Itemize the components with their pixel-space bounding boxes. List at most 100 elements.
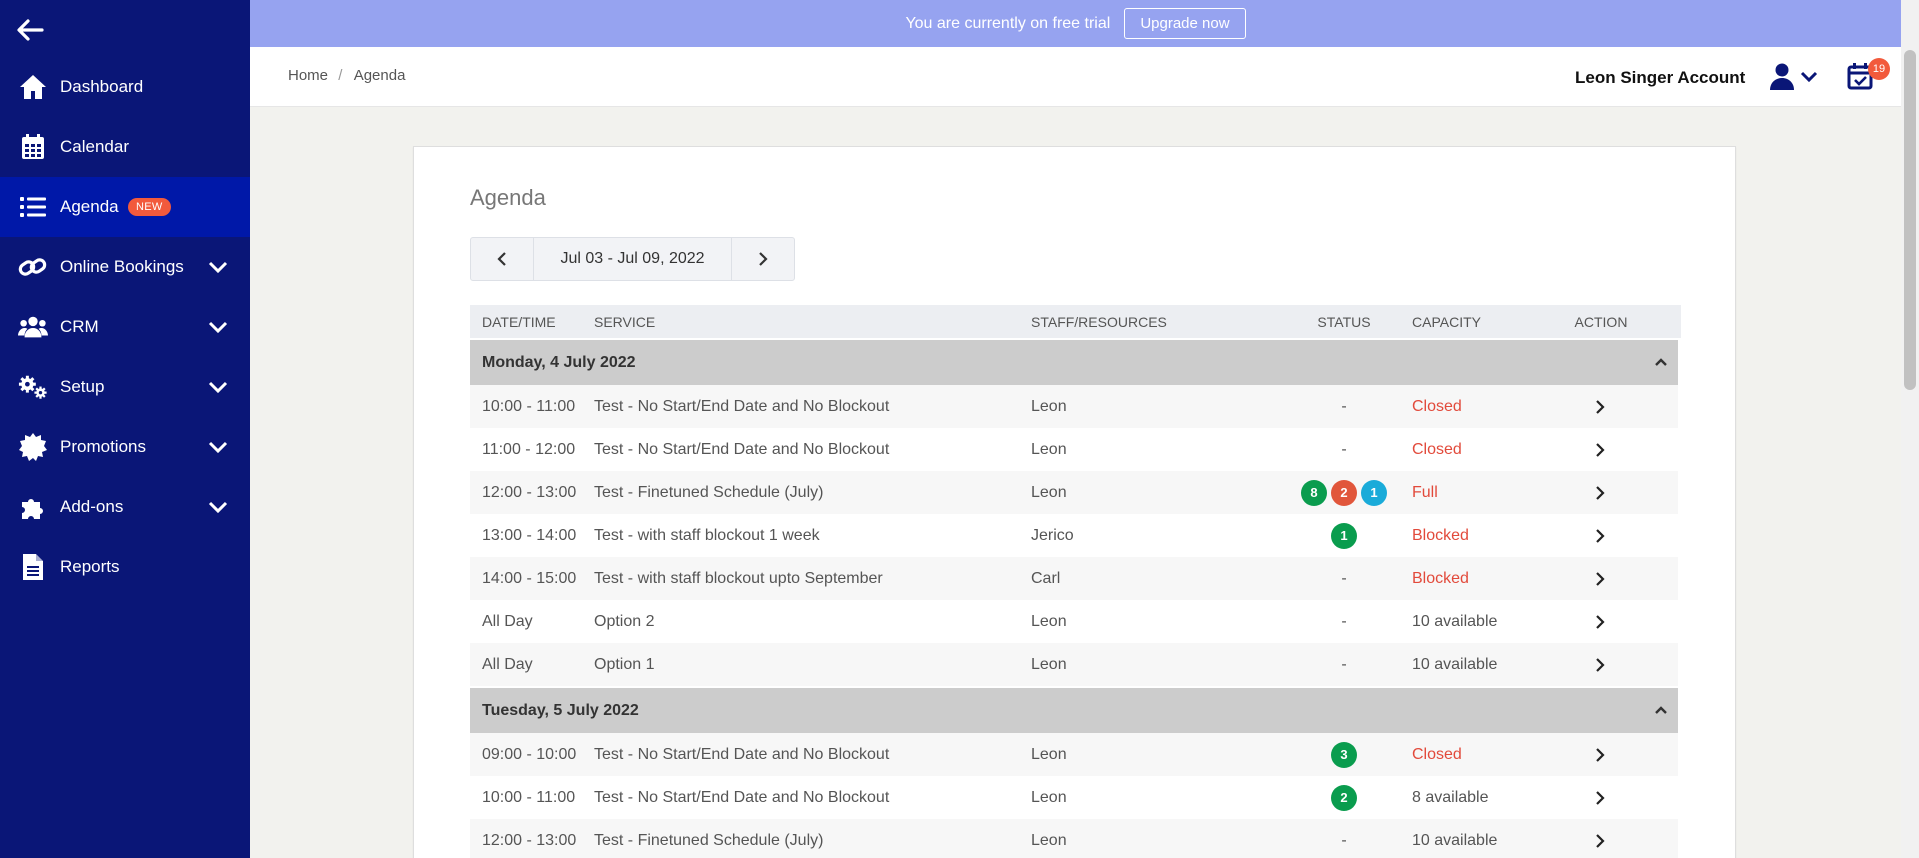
- previous-week-button[interactable]: [471, 238, 533, 280]
- row-staff: Jerico: [1031, 526, 1074, 544]
- table-row[interactable]: 12:00 - 13:00 Test - Finetuned Schedule (…: [470, 471, 1678, 514]
- breadcrumb-home-link[interactable]: Home: [288, 67, 328, 84]
- row-capacity: 10 available: [1412, 831, 1498, 849]
- row-capacity: Blocked: [1412, 569, 1469, 587]
- sidebar-item-label: Reports: [60, 557, 120, 576]
- sidebar-item-label: Setup: [60, 377, 105, 396]
- row-action-chevron-right-icon[interactable]: [1521, 790, 1678, 806]
- status-count-badge: 8: [1301, 479, 1327, 506]
- sidebar-item-calendar[interactable]: Calendar: [0, 117, 250, 177]
- top-header: Home / Agenda Leon Singer Account 19: [250, 47, 1901, 107]
- row-action-chevron-right-icon[interactable]: [1521, 528, 1678, 544]
- table-row[interactable]: 09:00 - 10:00 Test - No Start/End Date an…: [470, 733, 1678, 776]
- row-service: Test - No Start/End Date and No Blockout: [594, 440, 890, 458]
- row-date-time: 14:00 - 15:00: [482, 569, 577, 587]
- row-staff: Leon: [1031, 440, 1067, 458]
- column-header-status: STATUS: [1317, 313, 1371, 330]
- day-group-title: Tuesday, 5 July 2022: [482, 701, 639, 719]
- calendar-grid-icon: [18, 132, 48, 162]
- chevron-up-icon[interactable]: [1654, 702, 1668, 720]
- document-icon: [18, 552, 48, 582]
- row-status: -: [1294, 832, 1394, 850]
- chevron-down-icon[interactable]: [206, 257, 230, 277]
- row-staff: Leon: [1031, 612, 1067, 630]
- notification-count-badge: 19: [1868, 58, 1890, 80]
- status-count-badge: 2: [1331, 784, 1357, 811]
- row-capacity: Closed: [1412, 397, 1462, 415]
- row-action-chevron-right-icon[interactable]: [1521, 485, 1678, 501]
- table-row[interactable]: 12:00 - 13:00 Test - Finetuned Schedule (…: [470, 819, 1678, 858]
- row-date-time: 12:00 - 13:00: [482, 483, 577, 501]
- sidebar-item-agenda[interactable]: Agenda NEW: [0, 177, 250, 237]
- row-capacity: 10 available: [1412, 612, 1498, 630]
- sidebar-item-label: Calendar: [60, 137, 129, 156]
- sidebar-item-crm[interactable]: CRM: [0, 297, 250, 357]
- sidebar-item-online-bookings[interactable]: Online Bookings: [0, 237, 250, 297]
- breadcrumb-separator: /: [338, 67, 343, 84]
- table-row[interactable]: 10:00 - 11:00 Test - No Start/End Date an…: [470, 385, 1678, 428]
- row-action-chevron-right-icon[interactable]: [1521, 442, 1678, 458]
- week-navigator: Jul 03 - Jul 09, 2022: [470, 237, 795, 281]
- table-row[interactable]: 14:00 - 15:00 Test - with staff blockout …: [470, 557, 1678, 600]
- sidebar-item-dashboard[interactable]: Dashboard: [0, 57, 250, 117]
- day-group-title: Monday, 4 July 2022: [482, 353, 636, 371]
- status-text: -: [1341, 440, 1347, 458]
- row-status: -: [1294, 613, 1394, 631]
- sidebar-item-add-ons[interactable]: Add-ons: [0, 477, 250, 537]
- row-action-chevron-right-icon[interactable]: [1521, 571, 1678, 587]
- row-capacity: Closed: [1412, 440, 1462, 458]
- row-action-chevron-right-icon[interactable]: [1521, 399, 1678, 415]
- row-action-chevron-right-icon[interactable]: [1521, 833, 1678, 849]
- sidebar-item-promotions[interactable]: Promotions: [0, 417, 250, 477]
- next-week-button[interactable]: [732, 238, 794, 280]
- row-service: Test - Finetuned Schedule (July): [594, 831, 824, 849]
- row-service: Test - No Start/End Date and No Blockout: [594, 788, 890, 806]
- sidebar-item-label: Online Bookings: [60, 257, 184, 276]
- table-row[interactable]: All Day Option 1 Leon - 10 available: [470, 643, 1678, 686]
- sidebar-item-setup[interactable]: Setup: [0, 357, 250, 417]
- day-group-header[interactable]: Monday, 4 July 2022: [470, 340, 1678, 385]
- row-service: Test - Finetuned Schedule (July): [594, 483, 824, 501]
- page-scrollbar-thumb[interactable]: [1904, 50, 1916, 390]
- sidebar-item-label: Agenda: [60, 197, 119, 216]
- upgrade-now-button[interactable]: Upgrade now: [1124, 8, 1246, 39]
- row-status: 3: [1294, 741, 1394, 768]
- column-header-service: SERVICE: [594, 313, 656, 330]
- badge-icon: [18, 432, 48, 462]
- users-icon: [18, 312, 48, 342]
- row-service: Option 2: [594, 612, 655, 630]
- day-group-header[interactable]: Tuesday, 5 July 2022: [470, 688, 1678, 733]
- row-status: 821: [1294, 479, 1394, 506]
- row-date-time: 12:00 - 13:00: [482, 831, 577, 849]
- chevron-down-icon[interactable]: [206, 317, 230, 337]
- status-text: -: [1341, 397, 1347, 415]
- status-text: -: [1341, 655, 1347, 673]
- row-action-chevron-right-icon[interactable]: [1521, 614, 1678, 630]
- row-staff: Leon: [1031, 483, 1067, 501]
- sidebar-item-reports[interactable]: Reports: [0, 537, 250, 597]
- chevron-down-icon[interactable]: [206, 497, 230, 517]
- user-menu-button[interactable]: [1770, 62, 1822, 92]
- row-capacity: 10 available: [1412, 655, 1498, 673]
- trial-banner-text: You are currently on free trial: [905, 14, 1111, 32]
- row-capacity: 8 available: [1412, 788, 1489, 806]
- row-capacity: Full: [1412, 483, 1438, 501]
- row-status: 2: [1294, 784, 1394, 811]
- table-row[interactable]: 11:00 - 12:00 Test - No Start/End Date an…: [470, 428, 1678, 471]
- table-row[interactable]: 10:00 - 11:00 Test - No Start/End Date an…: [470, 776, 1678, 819]
- chevron-down-icon[interactable]: [206, 437, 230, 457]
- agenda-card: Agenda Jul 03 - Jul 09, 2022 DATE/TIME S…: [413, 146, 1736, 858]
- row-status: -: [1294, 656, 1394, 674]
- row-date-time: 09:00 - 10:00: [482, 745, 577, 763]
- chevron-up-icon[interactable]: [1654, 354, 1668, 372]
- row-action-chevron-right-icon[interactable]: [1521, 747, 1678, 763]
- week-range-picker[interactable]: Jul 03 - Jul 09, 2022: [533, 238, 732, 280]
- row-service: Test - with staff blockout upto Septembe…: [594, 569, 883, 587]
- row-action-chevron-right-icon[interactable]: [1521, 657, 1678, 673]
- chevron-down-icon[interactable]: [206, 377, 230, 397]
- sidebar: Dashboard Calendar Agenda NEW Online Boo…: [0, 0, 250, 858]
- status-count-badge: 1: [1361, 479, 1387, 506]
- table-row[interactable]: 13:00 - 14:00 Test - with staff blockout …: [470, 514, 1678, 557]
- table-row[interactable]: All Day Option 2 Leon - 10 available: [470, 600, 1678, 643]
- back-arrow-icon[interactable]: [16, 18, 44, 42]
